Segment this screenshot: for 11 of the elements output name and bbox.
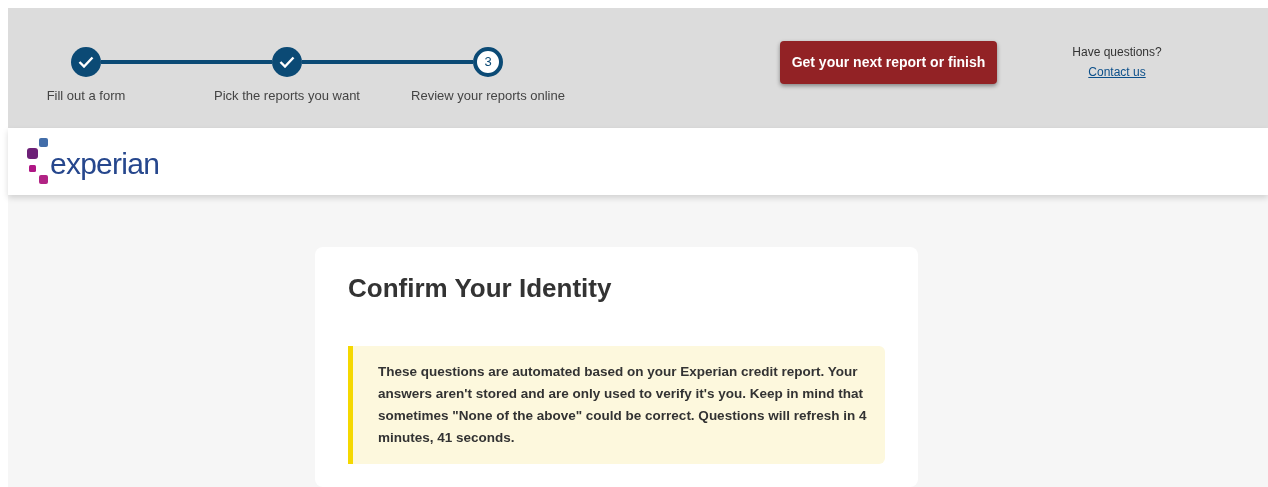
step-number: 3 bbox=[473, 47, 503, 77]
next-report-button[interactable]: Get your next report or finish bbox=[780, 41, 997, 84]
help-question: Have questions? bbox=[1072, 44, 1162, 61]
contact-link[interactable]: Contact us bbox=[1088, 63, 1146, 81]
notice-text: These questions are automated based on your Experian credit report. Your answers aren't stored and are only used to verify it's you. Keep in mind that sometimes "None of the above" could be correct. Questions will refresh in 4 minutes, 41 seconds. bbox=[378, 363, 867, 447]
card-title: Confirm Your Identity bbox=[348, 272, 613, 305]
logo-text: experian bbox=[50, 146, 160, 182]
step-label: Fill out a form bbox=[46, 87, 126, 105]
logo-squares-icon bbox=[27, 137, 49, 186]
step-label: Review your reports online bbox=[411, 87, 565, 105]
step-label: Pick the reports you want bbox=[214, 87, 360, 105]
